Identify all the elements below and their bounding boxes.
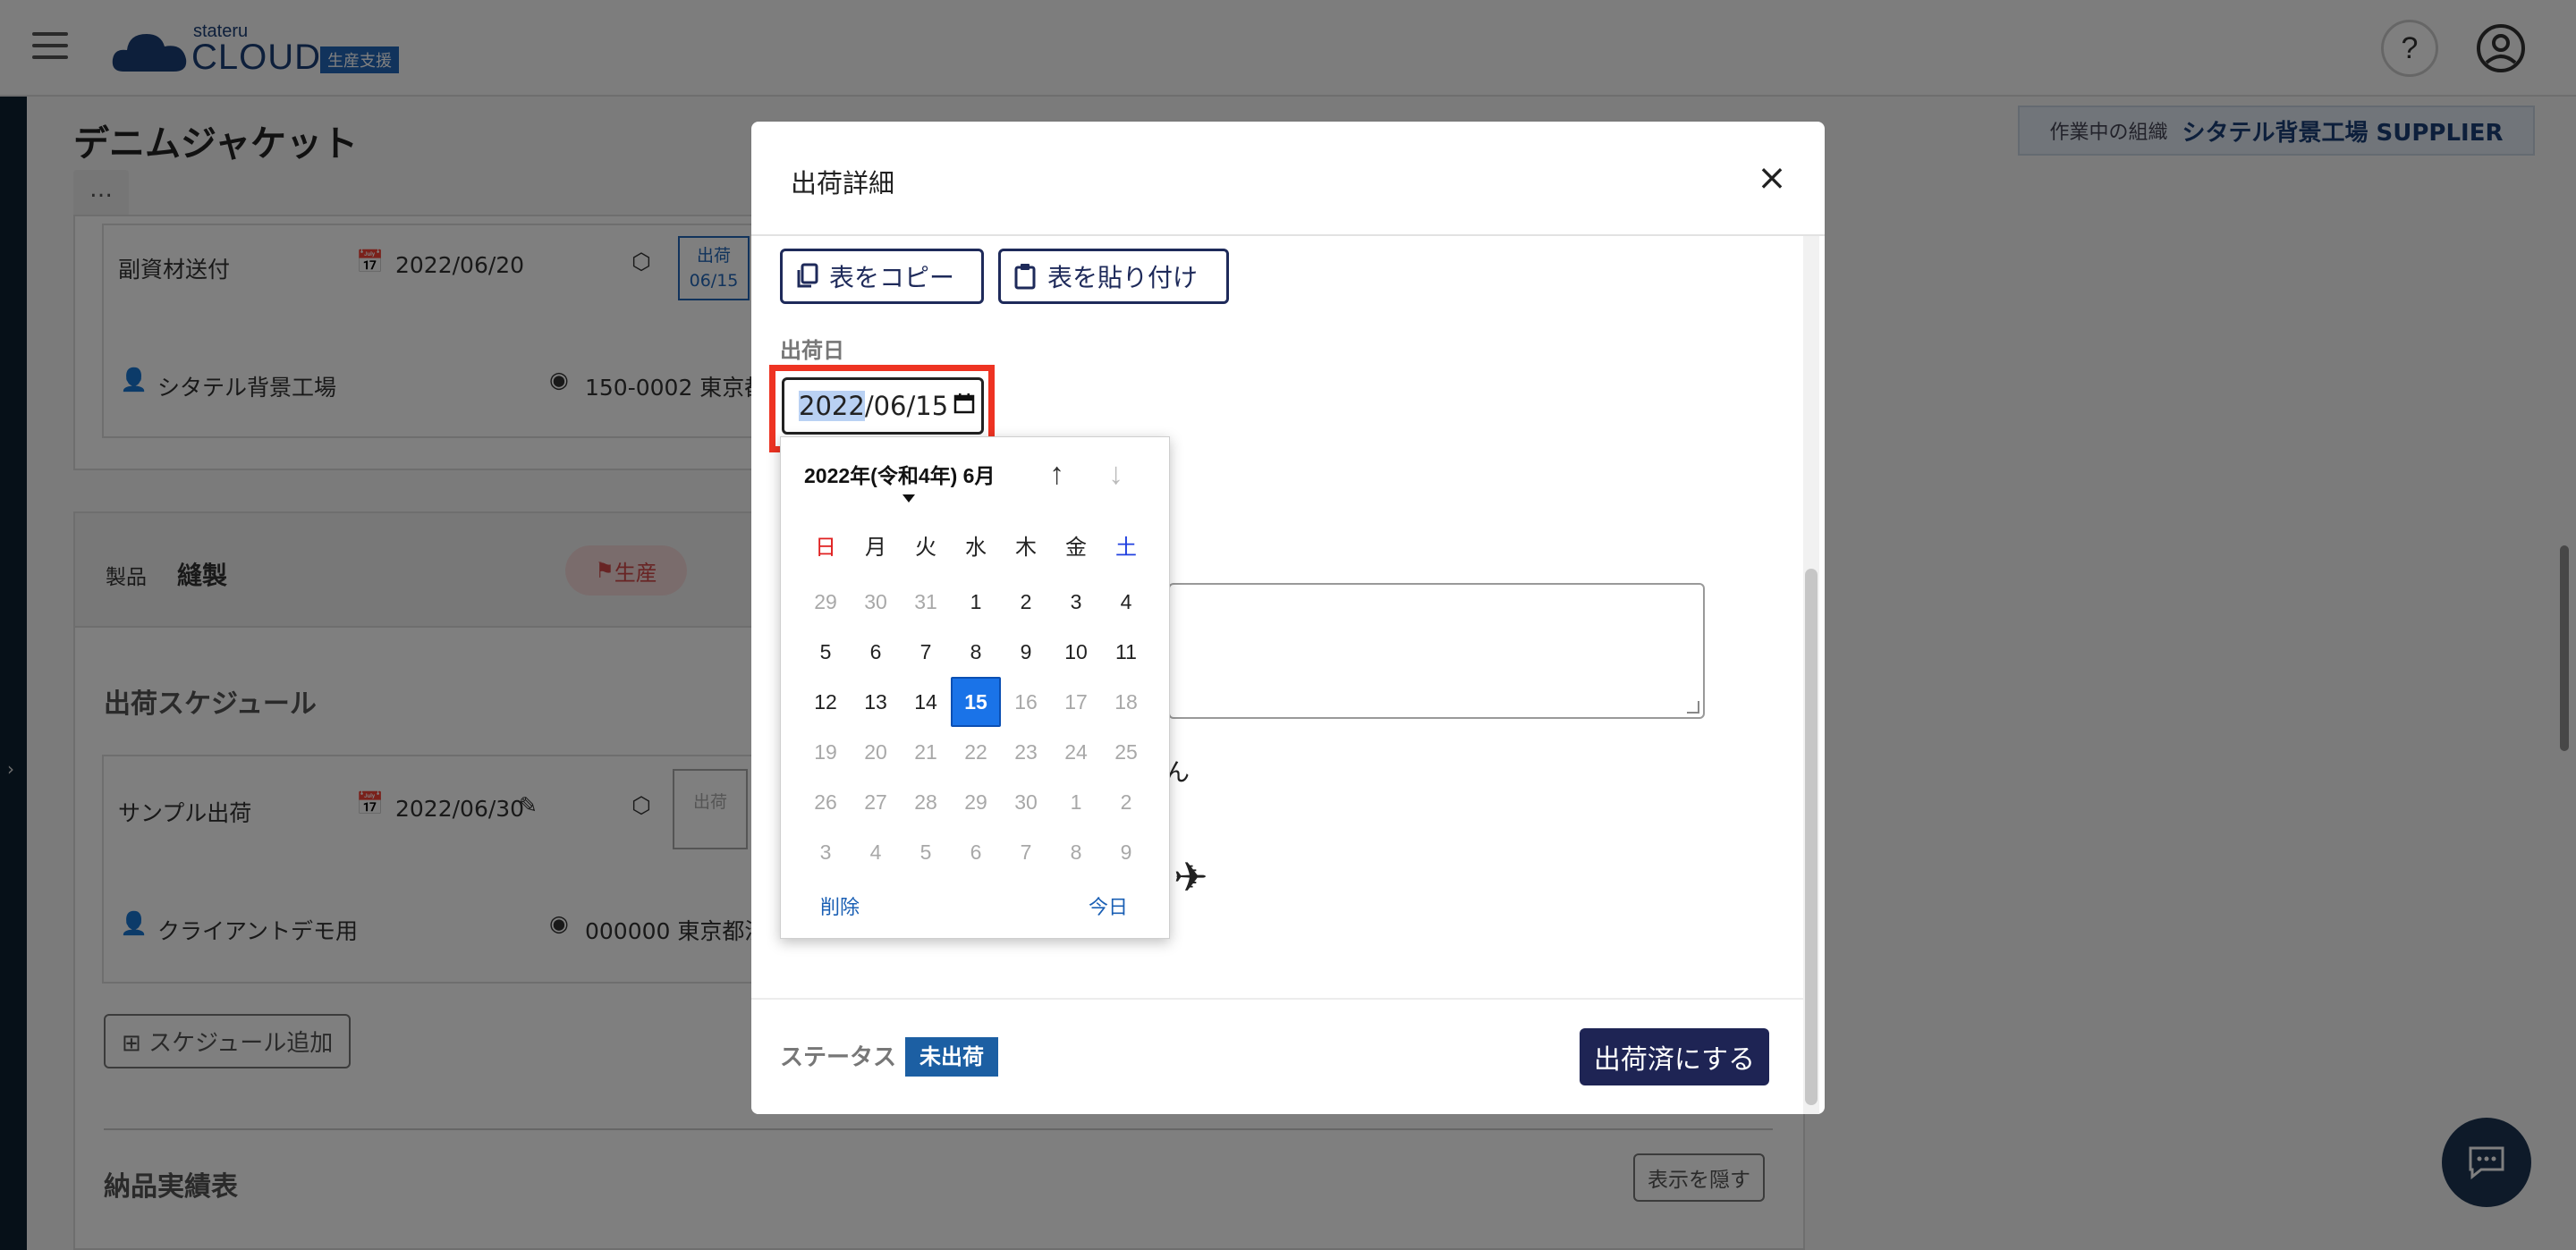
- weekday-label: 金: [1065, 536, 1087, 560]
- paste-table-label: 表を貼り付け: [1047, 263, 1199, 292]
- calendar-day[interactable]: 31: [901, 577, 951, 627]
- calendar-day[interactable]: 5: [801, 627, 851, 677]
- close-icon[interactable]: ×: [1751, 157, 1792, 198]
- calendar-day[interactable]: 30: [851, 577, 901, 627]
- date-picker-popup: 2022年(令和4年) 6月 ↑ ↓ 日月火水木金土 29 30 31 1 2 3 4 5 6 7…: [780, 436, 1170, 939]
- calendar-day[interactable]: 4: [1101, 577, 1151, 627]
- weekday-label: 土: [1115, 536, 1137, 560]
- calendar-day[interactable]: 3: [801, 827, 851, 877]
- date-month-day-segment[interactable]: /06/15: [865, 391, 948, 421]
- calendar-day[interactable]: 20: [851, 727, 901, 777]
- calendar-day[interactable]: 12: [801, 677, 851, 727]
- calendar-day[interactable]: 25: [1101, 727, 1151, 777]
- paste-table-button[interactable]: 表を貼り付け: [998, 249, 1229, 304]
- weekday-label: 火: [915, 536, 936, 560]
- calendar-day[interactable]: 22: [951, 727, 1001, 777]
- modal-header: 出荷詳細 ×: [751, 122, 1825, 236]
- calendar-day[interactable]: 8: [1051, 827, 1101, 877]
- calendar-day[interactable]: 16: [1001, 677, 1051, 727]
- ship-date-input[interactable]: 2022 /06/15: [782, 377, 984, 435]
- calendar-day[interactable]: 1: [951, 577, 1001, 627]
- date-year-segment[interactable]: 2022: [799, 391, 865, 421]
- calendar-day[interactable]: 30: [1001, 777, 1051, 827]
- calendar-day[interactable]: 8: [951, 627, 1001, 677]
- calendar-day[interactable]: 27: [851, 777, 901, 827]
- calendar-day[interactable]: 7: [1001, 827, 1051, 877]
- calendar-picker-icon[interactable]: [953, 393, 975, 419]
- status-badge: 未出荷: [905, 1037, 998, 1077]
- calendar-day[interactable]: 26: [801, 777, 851, 827]
- weekday-label: 月: [865, 536, 886, 560]
- calendar-day[interactable]: 4: [851, 827, 901, 877]
- ship-date-label: 出荷日: [780, 338, 844, 363]
- calendar-day[interactable]: 13: [851, 677, 901, 727]
- calendar-day[interactable]: 21: [901, 727, 951, 777]
- calendar-day[interactable]: 2: [1001, 577, 1051, 627]
- calendar-day[interactable]: 10: [1051, 627, 1101, 677]
- copy-table-button[interactable]: 表をコピー: [780, 249, 984, 304]
- calendar-day[interactable]: 19: [801, 727, 851, 777]
- resize-handle-icon[interactable]: [1687, 701, 1699, 714]
- notes-textarea[interactable]: [1168, 583, 1705, 719]
- copy-icon: [797, 263, 818, 288]
- calendar-day[interactable]: 3: [1051, 577, 1101, 627]
- calendar-day[interactable]: 2: [1101, 777, 1151, 827]
- clipboard-icon: [1014, 264, 1036, 290]
- calendar-day[interactable]: 9: [1001, 627, 1051, 677]
- caret-down-icon[interactable]: [902, 494, 915, 503]
- calendar-day[interactable]: 1: [1051, 777, 1101, 827]
- clear-date-button[interactable]: 削除: [820, 891, 860, 920]
- modal-scrollbar[interactable]: [1805, 569, 1818, 1105]
- calendar-day[interactable]: 18: [1101, 677, 1151, 727]
- airplane-icon: ✈: [1174, 853, 1208, 901]
- calendar-day[interactable]: 29: [801, 577, 851, 627]
- modal-title: 出荷詳細: [791, 168, 895, 198]
- calendar-day[interactable]: 6: [951, 827, 1001, 877]
- weekday-header: 日月火水木金土: [801, 530, 1151, 566]
- calendar-day[interactable]: 15: [951, 677, 1001, 727]
- weekday-label: 水: [965, 536, 987, 560]
- calendar-day[interactable]: 6: [851, 627, 901, 677]
- calendar-day[interactable]: 28: [901, 777, 951, 827]
- calendar-day[interactable]: 11: [1101, 627, 1151, 677]
- calendar-day[interactable]: 5: [901, 827, 951, 877]
- month-year-select[interactable]: 2022年(令和4年) 6月: [804, 459, 995, 489]
- calendar-day[interactable]: 29: [951, 777, 1001, 827]
- day-grid: 29 30 31 1 2 3 4 5 6 7 8 9 10 11 12 13 14 15 16 17 18 19 20 21 2…: [801, 577, 1151, 877]
- weekday-label: 日: [815, 536, 836, 560]
- calendar-day[interactable]: 17: [1051, 677, 1101, 727]
- today-button[interactable]: 今日: [1089, 891, 1128, 920]
- weekday-label: 木: [1015, 536, 1037, 560]
- calendar-day[interactable]: 9: [1101, 827, 1151, 877]
- calendar-day[interactable]: 7: [901, 627, 951, 677]
- next-month-arrow-icon[interactable]: ↓: [1108, 457, 1123, 492]
- previous-month-arrow-icon[interactable]: ↑: [1049, 457, 1064, 492]
- status-label: ステータス: [780, 1044, 897, 1071]
- calendar-day[interactable]: 14: [901, 677, 951, 727]
- mark-shipped-button[interactable]: 出荷済にする: [1580, 1028, 1769, 1085]
- calendar-day[interactable]: 23: [1001, 727, 1051, 777]
- calendar-day[interactable]: 24: [1051, 727, 1101, 777]
- copy-table-label: 表をコピー: [829, 263, 955, 292]
